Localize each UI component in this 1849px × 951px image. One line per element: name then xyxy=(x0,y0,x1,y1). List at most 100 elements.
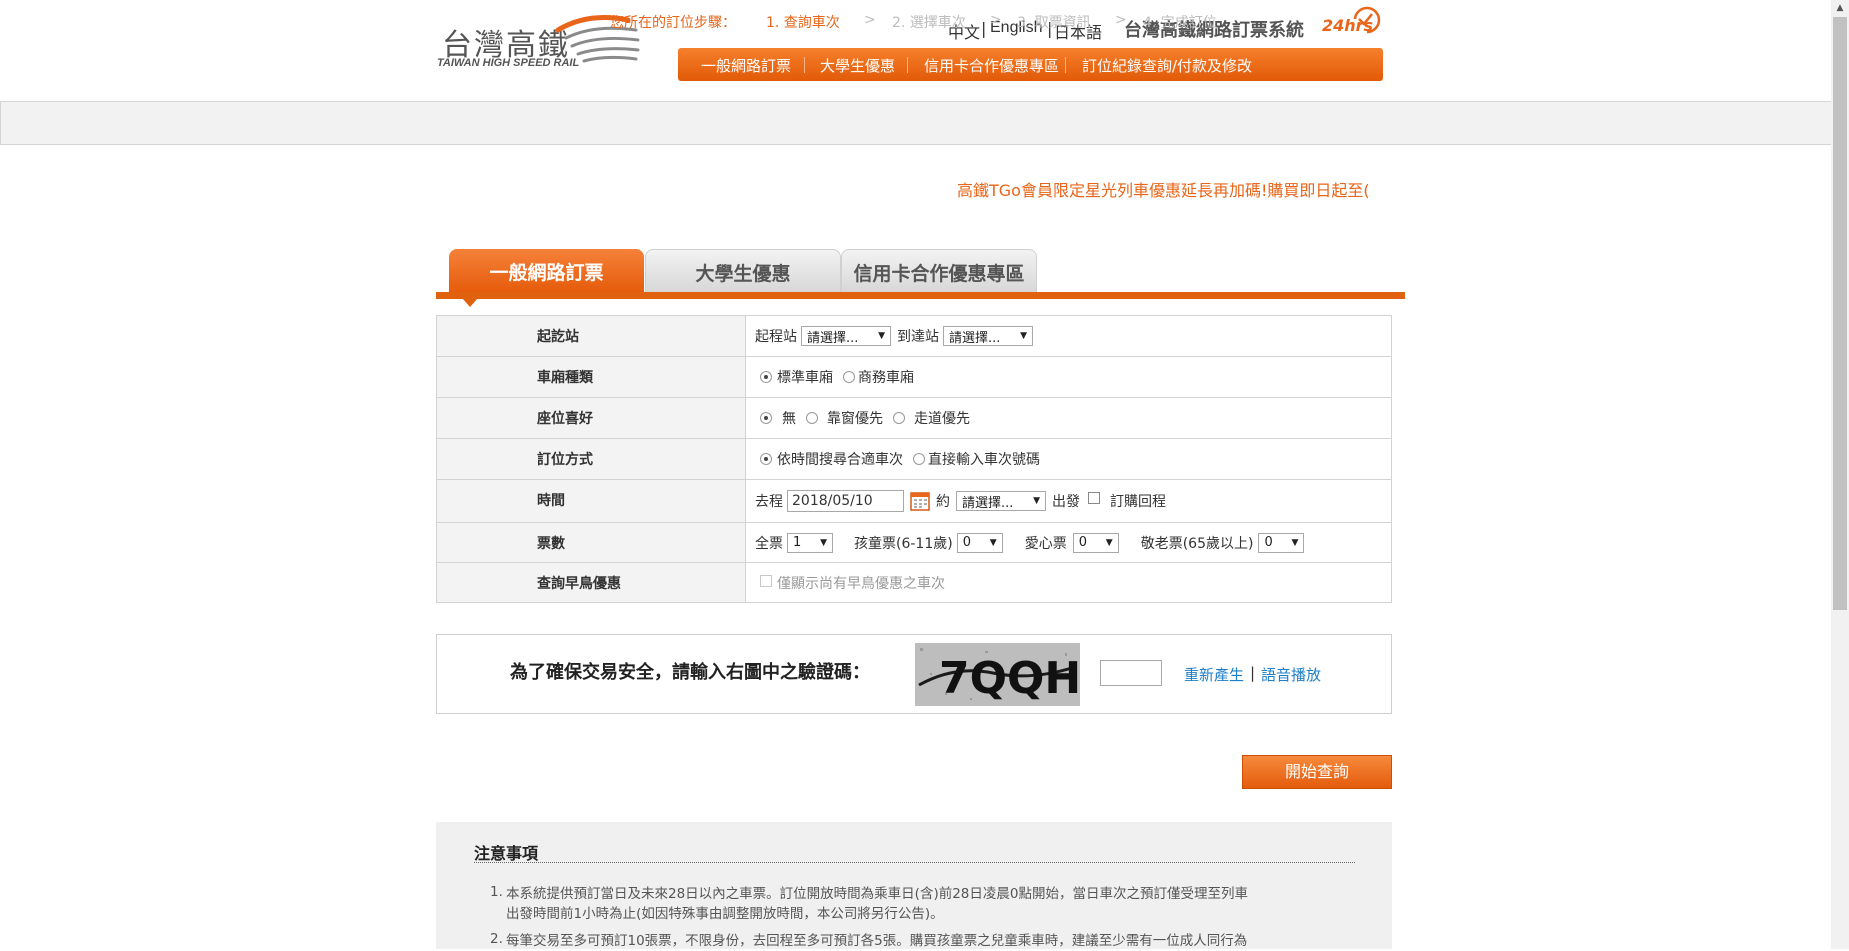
tab-general-booking[interactable]: 一般網路訂票 xyxy=(449,249,644,293)
nav-general-booking[interactable]: 一般網路訂票 xyxy=(701,55,791,76)
note-item-1-line-2: 出發時間前1小時為止(如因特殊事由調整開放時間，本公司將另行公告)。 xyxy=(506,906,944,922)
from-station-value: 請選擇... xyxy=(807,330,859,346)
note-item-2-line-1: 每筆交易至多可預訂10張票，不限身份，去回程至多可預訂各5張。購買孩童票之兒童乘… xyxy=(506,933,1248,949)
main-nav-bar: 一般網路訂票 大學生優惠 信用卡合作優惠專區 訂位紀錄查詢/付款及修改 xyxy=(678,48,1383,81)
departure-date-input[interactable]: 2018/05/10 xyxy=(787,490,904,512)
search-submit-button[interactable]: 開始查詢 xyxy=(1242,755,1392,789)
promo-marquee[interactable]: 高鐵TGo會員限定星光列車優惠延長再加碼!購買即日起至( xyxy=(957,177,1381,201)
step-separator: > xyxy=(864,12,876,28)
field-booking-method: 依時間搜尋合適車次 直接輸入車次號碼 xyxy=(745,438,1392,480)
senior-ticket-label: 敬老票(65歲以上) xyxy=(1140,535,1254,552)
scrollbar-thumb[interactable] xyxy=(1833,17,1847,610)
dropdown-arrow-icon: ▼ xyxy=(1020,331,1027,341)
audio-captcha-link[interactable]: 語音播放 xyxy=(1261,664,1321,685)
captcha-prompt: 為了確保交易安全，請輸入右圖中之驗證碼： xyxy=(510,662,870,683)
radio-label-seat-aisle: 走道優先 xyxy=(914,411,970,427)
note-number: 2. xyxy=(490,931,503,947)
return-trip-checkbox[interactable] xyxy=(1088,492,1100,504)
disabled-ticket-select[interactable]: 0 ▼ xyxy=(1072,532,1119,553)
form-row-car-type: 車廂種類 標準車廂 商務車廂 xyxy=(436,356,1392,398)
form-row-booking-method: 訂位方式 依時間搜尋合適車次 直接輸入車次號碼 xyxy=(436,438,1392,480)
radio-search-by-time[interactable] xyxy=(760,453,772,465)
radio-label-seat-none: 無 xyxy=(782,411,796,427)
senior-ticket-value: 0 xyxy=(1264,535,1273,550)
radio-label-enter-train-number: 直接輸入車次號碼 xyxy=(928,452,1040,468)
active-tab-pointer xyxy=(462,298,478,307)
early-bird-checkbox[interactable] xyxy=(760,574,772,587)
nav-divider xyxy=(1065,57,1066,73)
radio-label-business-car: 商務車廂 xyxy=(858,370,914,386)
nav-booking-history[interactable]: 訂位紀錄查詢/付款及修改 xyxy=(1082,55,1252,76)
captcha-input[interactable] xyxy=(1100,660,1162,686)
link-separator: | xyxy=(1250,664,1256,682)
field-station: 起程站 請選擇... ▼ 到達站 請選擇... ▼ xyxy=(745,315,1392,357)
radio-business-car[interactable] xyxy=(843,371,855,383)
regenerate-captcha-link[interactable]: 重新產生 xyxy=(1184,664,1244,685)
go-trip-label: 去程 xyxy=(755,494,783,510)
notes-title: 注意事項 xyxy=(474,844,539,863)
dropdown-arrow-icon: ▼ xyxy=(1033,496,1040,506)
field-label-tickets: 票數 xyxy=(436,522,746,563)
to-station-label: 到達站 xyxy=(897,329,939,345)
radio-seat-window[interactable] xyxy=(806,412,818,424)
nav-credit-card-offers[interactable]: 信用卡合作優惠專區 xyxy=(924,55,1059,76)
radio-label-search-by-time: 依時間搜尋合適車次 xyxy=(777,452,903,468)
about-label: 約 xyxy=(936,494,950,510)
form-row-early-bird: 查詢早鳥優惠 僅顯示尚有早鳥優惠之車次 xyxy=(436,562,1392,603)
field-car-type: 標準車廂 商務車廂 xyxy=(745,356,1392,398)
field-label-booking-method: 訂位方式 xyxy=(436,438,746,480)
notes-divider xyxy=(474,862,1355,863)
scroll-up-arrow-icon[interactable]: ▲ xyxy=(1831,0,1849,17)
radio-seat-none[interactable] xyxy=(760,412,772,424)
radio-enter-train-number[interactable] xyxy=(913,453,925,465)
early-bird-option-label: 僅顯示尚有早鳥優惠之車次 xyxy=(777,575,945,592)
dropdown-arrow-icon: ▼ xyxy=(1105,537,1113,548)
captcha-text: 7QQH xyxy=(939,653,1080,704)
from-station-select[interactable]: 請選擇... ▼ xyxy=(801,326,891,346)
step-4-complete: 4. 完成訂位 xyxy=(1143,15,1217,31)
full-ticket-value: 1 xyxy=(793,535,802,550)
child-ticket-value: 0 xyxy=(962,535,971,550)
dropdown-arrow-icon: ▼ xyxy=(1291,537,1299,548)
form-row-station: 起訖站 起程站 請選擇... ▼ 到達站 請選擇... ▼ xyxy=(436,315,1392,357)
disabled-ticket-label: 愛心票 xyxy=(1024,535,1067,552)
step-2-select-train: 2. 選擇車次 xyxy=(892,15,966,31)
tab-underline xyxy=(436,292,1405,299)
clock-check-icon xyxy=(1353,6,1381,34)
calendar-icon[interactable] xyxy=(910,491,930,511)
departure-time-select[interactable]: 請選擇... ▼ xyxy=(956,491,1046,511)
step-3-ticket-info: 3. 取票資訊 xyxy=(1017,15,1091,31)
field-tickets: 全票 1 ▼ 孩童票(6-11歲) 0 ▼ 愛心票 0 ▼ 敬老票(65歲以上)… xyxy=(745,522,1392,563)
full-ticket-label: 全票 xyxy=(755,535,783,552)
radio-label-seat-window: 靠窗優先 xyxy=(827,411,883,427)
departure-time-value: 請選擇... xyxy=(962,495,1014,511)
senior-ticket-select[interactable]: 0 ▼ xyxy=(1258,532,1305,553)
step-1-search: 1. 查詢車次 xyxy=(766,15,840,31)
full-ticket-select[interactable]: 1 ▼ xyxy=(787,532,833,553)
disabled-ticket-value: 0 xyxy=(1078,535,1087,550)
field-label-early-bird: 查詢早鳥優惠 xyxy=(436,562,746,603)
nav-divider xyxy=(907,57,908,73)
field-label-car-type: 車廂種類 xyxy=(436,356,746,398)
radio-standard-car[interactable] xyxy=(760,371,772,383)
field-label-station: 起訖站 xyxy=(436,315,746,357)
dropdown-arrow-icon: ▼ xyxy=(989,537,997,548)
nav-student-discount[interactable]: 大學生優惠 xyxy=(820,55,895,76)
step-bar-label: 您所在的訂位步驟： xyxy=(610,15,736,31)
lang-separator: | xyxy=(981,19,987,38)
captcha-image: 7QQH xyxy=(915,643,1080,706)
field-label-seat-pref: 座位喜好 xyxy=(436,397,746,439)
tab-credit-card-offers[interactable]: 信用卡合作優惠專區 xyxy=(841,249,1037,294)
step-separator: > xyxy=(1115,12,1127,28)
booking-step-bar xyxy=(0,101,1833,145)
to-station-select[interactable]: 請選擇... ▼ xyxy=(943,326,1033,346)
form-row-tickets: 票數 全票 1 ▼ 孩童票(6-11歲) 0 ▼ 愛心票 0 ▼ 敬老票(65歲… xyxy=(436,522,1392,563)
tab-student-discount[interactable]: 大學生優惠 xyxy=(645,249,841,294)
child-ticket-select[interactable]: 0 ▼ xyxy=(956,532,1003,553)
form-row-seat-pref: 座位喜好 無 靠窗優先 走道優先 xyxy=(436,397,1392,439)
form-row-time: 時間 去程 2018/05/10 約 請選擇... ▼ 出發 訂購回程 xyxy=(436,479,1392,523)
depart-label: 出發 xyxy=(1052,494,1080,510)
from-station-label: 起程站 xyxy=(755,329,797,345)
radio-seat-aisle[interactable] xyxy=(893,412,905,424)
field-seat-pref: 無 靠窗優先 走道優先 xyxy=(745,397,1392,439)
